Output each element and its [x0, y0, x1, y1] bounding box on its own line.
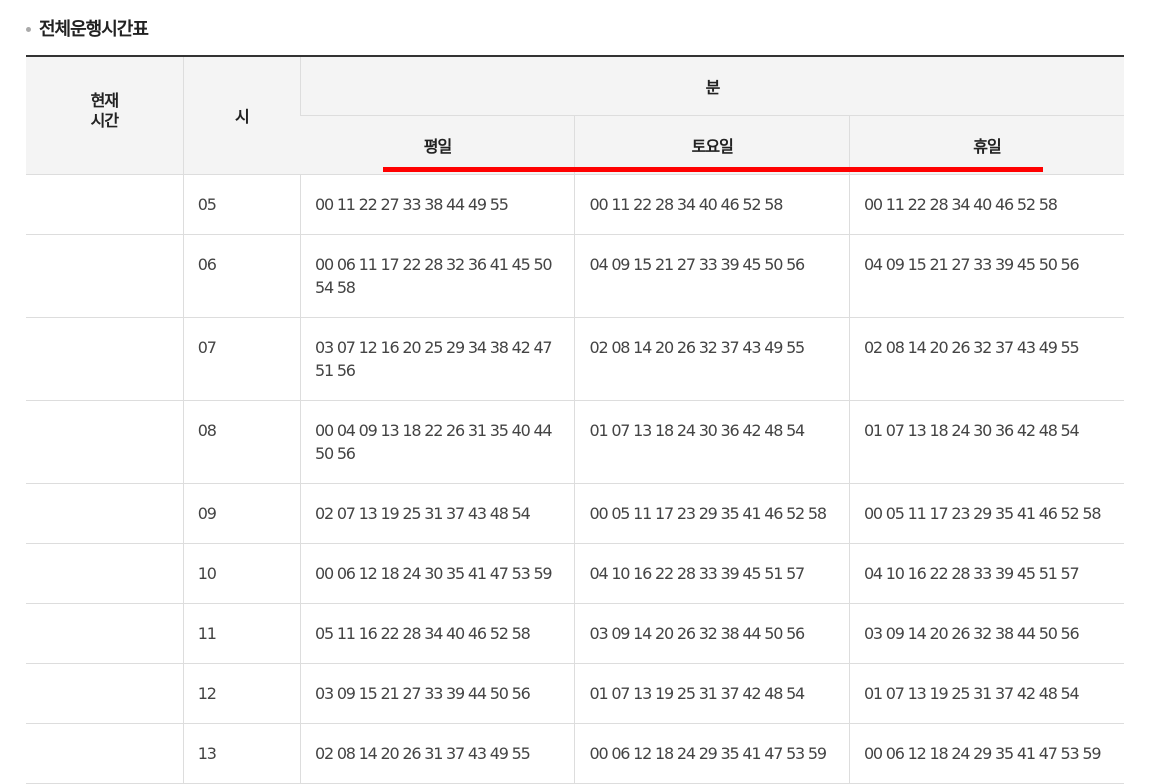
- section-title-text: 전체운행시간표: [39, 19, 149, 40]
- table-row: 06 00 06 11 17 22 28 32 36 41 45 50 54 58…: [26, 234, 1124, 318]
- cell-saturday: 00 11 22 28 34 40 46 52 58: [574, 174, 850, 235]
- cell-weekday: 03 09 15 21 27 33 39 44 50 56: [299, 663, 575, 724]
- cell-hour: 10: [182, 543, 301, 604]
- cell-current-time: [26, 723, 184, 784]
- cell-saturday: 04 09 15 21 27 33 39 45 50 56: [574, 234, 850, 318]
- cell-holiday: 00 11 22 28 34 40 46 52 58: [848, 174, 1124, 235]
- cell-current-time: [26, 234, 184, 318]
- cell-saturday: 04 10 16 22 28 33 39 45 51 57: [574, 543, 850, 604]
- cell-weekday: 00 04 09 13 18 22 26 31 35 40 44 50 56: [299, 400, 575, 484]
- cell-current-time: [26, 317, 184, 401]
- cell-holiday: 01 07 13 19 25 31 37 42 48 54: [848, 663, 1124, 724]
- cell-saturday: 00 06 12 18 24 29 35 41 47 53 59: [574, 723, 850, 784]
- cell-hour: 05: [182, 174, 301, 235]
- cell-weekday: 00 06 12 18 24 30 35 41 47 53 59: [299, 543, 575, 604]
- cell-current-time: [26, 603, 184, 664]
- cell-hour: 07: [182, 317, 301, 401]
- cell-holiday: 02 08 14 20 26 32 37 43 49 55: [848, 317, 1124, 401]
- cell-saturday: 01 07 13 18 24 30 36 42 48 54: [574, 400, 850, 484]
- table-row: 05 00 11 22 27 33 38 44 49 55 00 11 22 28 …: [26, 174, 1124, 235]
- cell-weekday: 03 07 12 16 20 25 29 34 38 42 47 51 56: [299, 317, 575, 401]
- cell-hour: 09: [182, 483, 301, 544]
- cell-current-time: [26, 400, 184, 484]
- cell-holiday: 00 06 12 18 24 29 35 41 47 53 59: [848, 723, 1124, 784]
- cell-weekday: 00 06 11 17 22 28 32 36 41 45 50 54 58: [299, 234, 575, 318]
- cell-holiday: 04 10 16 22 28 33 39 45 51 57: [848, 543, 1124, 604]
- cell-hour: 06: [182, 234, 301, 318]
- cell-holiday: 03 09 14 20 26 32 38 44 50 56: [848, 603, 1124, 664]
- cell-current-time: [26, 483, 184, 544]
- header-hour: 시: [182, 56, 301, 175]
- table-row: 13 02 08 14 20 26 31 37 43 49 55 00 06 12 …: [26, 723, 1124, 784]
- table-row: 11 05 11 16 22 28 34 40 46 52 58 03 09 14 …: [26, 603, 1124, 664]
- timetable: 현재 시간 시 분 평일 토요일 휴일 05 00 11 22 27 33 38 …: [26, 55, 1124, 784]
- header-weekday: 평일: [300, 115, 575, 175]
- header-saturday: 토요일: [574, 115, 850, 175]
- cell-current-time: [26, 543, 184, 604]
- header-current-time: 현재 시간: [26, 56, 184, 175]
- table-row: 07 03 07 12 16 20 25 29 34 38 42 47 51 56…: [26, 317, 1124, 401]
- cell-weekday: 02 08 14 20 26 31 37 43 49 55: [299, 723, 575, 784]
- cell-current-time: [26, 174, 184, 235]
- cell-holiday: 04 09 15 21 27 33 39 45 50 56: [848, 234, 1124, 318]
- cell-saturday: 02 08 14 20 26 32 37 43 49 55: [574, 317, 850, 401]
- cell-hour: 08: [182, 400, 301, 484]
- cell-weekday: 00 11 22 27 33 38 44 49 55: [299, 174, 575, 235]
- cell-holiday: 00 05 11 17 23 29 35 41 46 52 58: [848, 483, 1124, 544]
- table-row: 08 00 04 09 13 18 22 26 31 35 40 44 50 56…: [26, 400, 1124, 484]
- table-row: 10 00 06 12 18 24 30 35 41 47 53 59 04 10 …: [26, 543, 1124, 604]
- header-minute: 분: [299, 56, 1124, 116]
- cell-weekday: 05 11 16 22 28 34 40 46 52 58: [299, 603, 575, 664]
- bullet-icon: [26, 26, 31, 32]
- cell-hour: 13: [182, 723, 301, 784]
- timetable-body: 05 00 11 22 27 33 38 44 49 55 00 11 22 28 …: [26, 174, 1124, 784]
- cell-saturday: 01 07 13 19 25 31 37 42 48 54: [574, 663, 850, 724]
- section-title: 전체운행시간표: [26, 14, 149, 42]
- cell-current-time: [26, 663, 184, 724]
- table-row: 09 02 07 13 19 25 31 37 43 48 54 00 05 11 …: [26, 483, 1124, 544]
- cell-saturday: 00 05 11 17 23 29 35 41 46 52 58: [574, 483, 850, 544]
- cell-hour: 11: [182, 603, 301, 664]
- red-highlight-line: [383, 167, 1043, 172]
- cell-hour: 12: [182, 663, 301, 724]
- cell-saturday: 03 09 14 20 26 32 38 44 50 56: [574, 603, 850, 664]
- cell-weekday: 02 07 13 19 25 31 37 43 48 54: [299, 483, 575, 544]
- header-holiday: 휴일: [848, 115, 1124, 175]
- cell-holiday: 01 07 13 18 24 30 36 42 48 54: [848, 400, 1124, 484]
- table-row: 12 03 09 15 21 27 33 39 44 50 56 01 07 13 …: [26, 663, 1124, 724]
